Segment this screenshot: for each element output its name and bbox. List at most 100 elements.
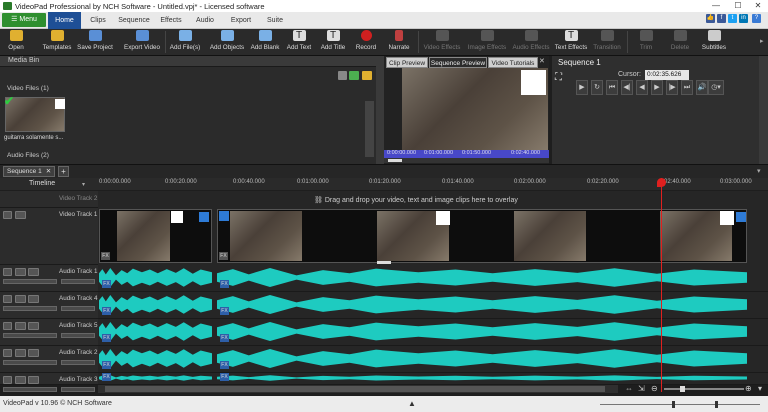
add-text-button[interactable]: T Add Text (284, 30, 314, 55)
fx-icon[interactable]: FX (102, 373, 111, 381)
track-pan-slider[interactable] (61, 306, 95, 311)
track-lock-button[interactable] (15, 268, 26, 276)
status-slider-mark[interactable] (715, 401, 718, 408)
track-pan-slider[interactable] (61, 387, 95, 392)
trim-button[interactable]: Trim (634, 30, 658, 55)
speaker-icon[interactable] (3, 349, 12, 357)
speaker-icon[interactable] (3, 322, 12, 330)
video-clip[interactable]: FX (217, 209, 747, 263)
tab-clips[interactable]: Clips (84, 12, 112, 29)
preview-scrub-handle[interactable] (388, 159, 402, 162)
timeline-dropdown-icon[interactable]: ▾ (82, 181, 85, 188)
forward-button[interactable]: ▶ (651, 80, 663, 95)
tab-sequence-preview[interactable]: Sequence Preview (429, 57, 487, 68)
fx-icon[interactable]: FX (220, 280, 229, 288)
track-volume-slider[interactable] (3, 306, 57, 311)
export-video-button[interactable]: Export Video (122, 30, 162, 55)
transition-button[interactable]: Transition (591, 30, 623, 55)
preview-scrub-track[interactable] (384, 158, 549, 163)
media-bin-scrollbar[interactable] (365, 101, 374, 157)
status-volume-slider[interactable] (600, 404, 760, 405)
fx-icon[interactable]: FX (220, 307, 229, 315)
fit-icon[interactable]: ⇔ (625, 384, 633, 393)
track-visibility-button[interactable] (3, 211, 12, 219)
fx-icon[interactable]: FX (101, 252, 110, 260)
track-resize-handle[interactable] (377, 261, 391, 264)
add-files-button[interactable]: Add File(s) (168, 30, 202, 55)
trash-icon[interactable] (338, 71, 347, 80)
like-icon[interactable]: 👍 (706, 14, 715, 23)
help-icon[interactable]: ? (752, 14, 761, 23)
minimize-icon[interactable]: — (705, 0, 727, 12)
expand-icon[interactable]: ⇲ (638, 384, 645, 393)
fx-icon[interactable]: FX (219, 252, 228, 260)
sequence-menu-icon[interactable]: ▾ (757, 167, 761, 175)
play-button[interactable]: ▶ (576, 80, 588, 95)
tab-home[interactable]: Home (48, 12, 81, 29)
speaker-icon[interactable] (3, 268, 12, 276)
tab-sequence[interactable]: Sequence (115, 12, 153, 29)
fx-icon[interactable]: FX (102, 361, 111, 369)
speaker-icon[interactable] (3, 376, 12, 384)
track-volume-slider[interactable] (3, 387, 57, 392)
fx-icon[interactable]: FX (220, 361, 229, 369)
tab-video-tutorials[interactable]: Video Tutorials (488, 57, 538, 68)
add-title-button[interactable]: T Add Title (318, 30, 348, 55)
speed-button[interactable]: ◷▾ (708, 80, 724, 95)
next-frame-button[interactable]: |▶ (666, 80, 678, 95)
panel-splitter[interactable] (376, 56, 384, 164)
fx-icon[interactable]: FX (220, 334, 229, 342)
tab-effects[interactable]: Effects (155, 12, 187, 29)
fx-icon[interactable]: FX (220, 373, 229, 381)
transition-icon[interactable] (219, 211, 229, 221)
audio-effects-button[interactable]: Audio Effects (510, 30, 552, 55)
tab-export[interactable]: Export (225, 12, 257, 29)
track-lock-button[interactable] (15, 295, 26, 303)
transition-icon[interactable] (199, 212, 209, 222)
track-lock-button[interactable] (15, 322, 26, 330)
track-solo-button[interactable] (28, 268, 39, 276)
track-pan-slider[interactable] (61, 333, 95, 338)
zoom-in-icon[interactable]: ⊕ (745, 384, 752, 393)
twitter-icon[interactable]: t (728, 14, 737, 23)
playhead-handle[interactable] (657, 178, 666, 187)
rewind-button[interactable]: ◀ (636, 80, 648, 95)
skip-start-button[interactable]: ⏮ (606, 80, 618, 95)
close-icon[interactable]: ✕ (747, 0, 768, 12)
cursor-time-field[interactable]: 0:02:35.626 (645, 70, 689, 80)
add-blank-button[interactable]: Add Blank (249, 30, 281, 55)
playhead[interactable] (661, 178, 662, 392)
track-solo-button[interactable] (28, 376, 39, 384)
open-button[interactable]: Open (4, 30, 28, 55)
track-solo-button[interactable] (28, 349, 39, 357)
save-project-button[interactable]: Save Project (76, 30, 114, 55)
track-lock-button[interactable] (15, 211, 26, 219)
facebook-icon[interactable]: f (717, 14, 726, 23)
track-solo-button[interactable] (28, 295, 39, 303)
narrate-button[interactable]: Narrate (385, 30, 413, 55)
track-volume-slider[interactable] (3, 279, 57, 284)
subtitles-button[interactable]: Subtitles (699, 30, 729, 55)
add-objects-button[interactable]: Add Objects (208, 30, 246, 55)
fullscreen-icon[interactable]: ⛶ (555, 72, 562, 83)
delete-button[interactable]: Delete (666, 30, 694, 55)
side-scrollbar[interactable] (759, 56, 768, 164)
image-effects-button[interactable]: Image Effects (466, 30, 508, 55)
track-pan-slider[interactable] (61, 360, 95, 365)
zoom-slider[interactable] (664, 388, 744, 390)
collapse-panel-icon[interactable]: ▲ (408, 399, 416, 408)
video-files-section[interactable]: Video Files (1) (7, 85, 49, 92)
track-pan-slider[interactable] (61, 279, 95, 284)
maximize-icon[interactable]: ☐ (727, 0, 749, 12)
fx-icon[interactable]: FX (102, 307, 111, 315)
track-volume-slider[interactable] (3, 333, 57, 338)
menu-button[interactable]: ☰ Menu (2, 13, 46, 27)
templates-button[interactable]: Templates (40, 30, 74, 55)
transition-icon[interactable] (736, 212, 746, 222)
close-tab-icon[interactable]: ✕ (539, 57, 545, 65)
text-effects-button[interactable]: T Text Effects (553, 30, 589, 55)
fx-icon[interactable]: FX (102, 280, 111, 288)
video-clip[interactable]: FX (99, 209, 212, 263)
tab-suite[interactable]: Suite (262, 12, 288, 29)
fx-icon[interactable]: FX (102, 334, 111, 342)
